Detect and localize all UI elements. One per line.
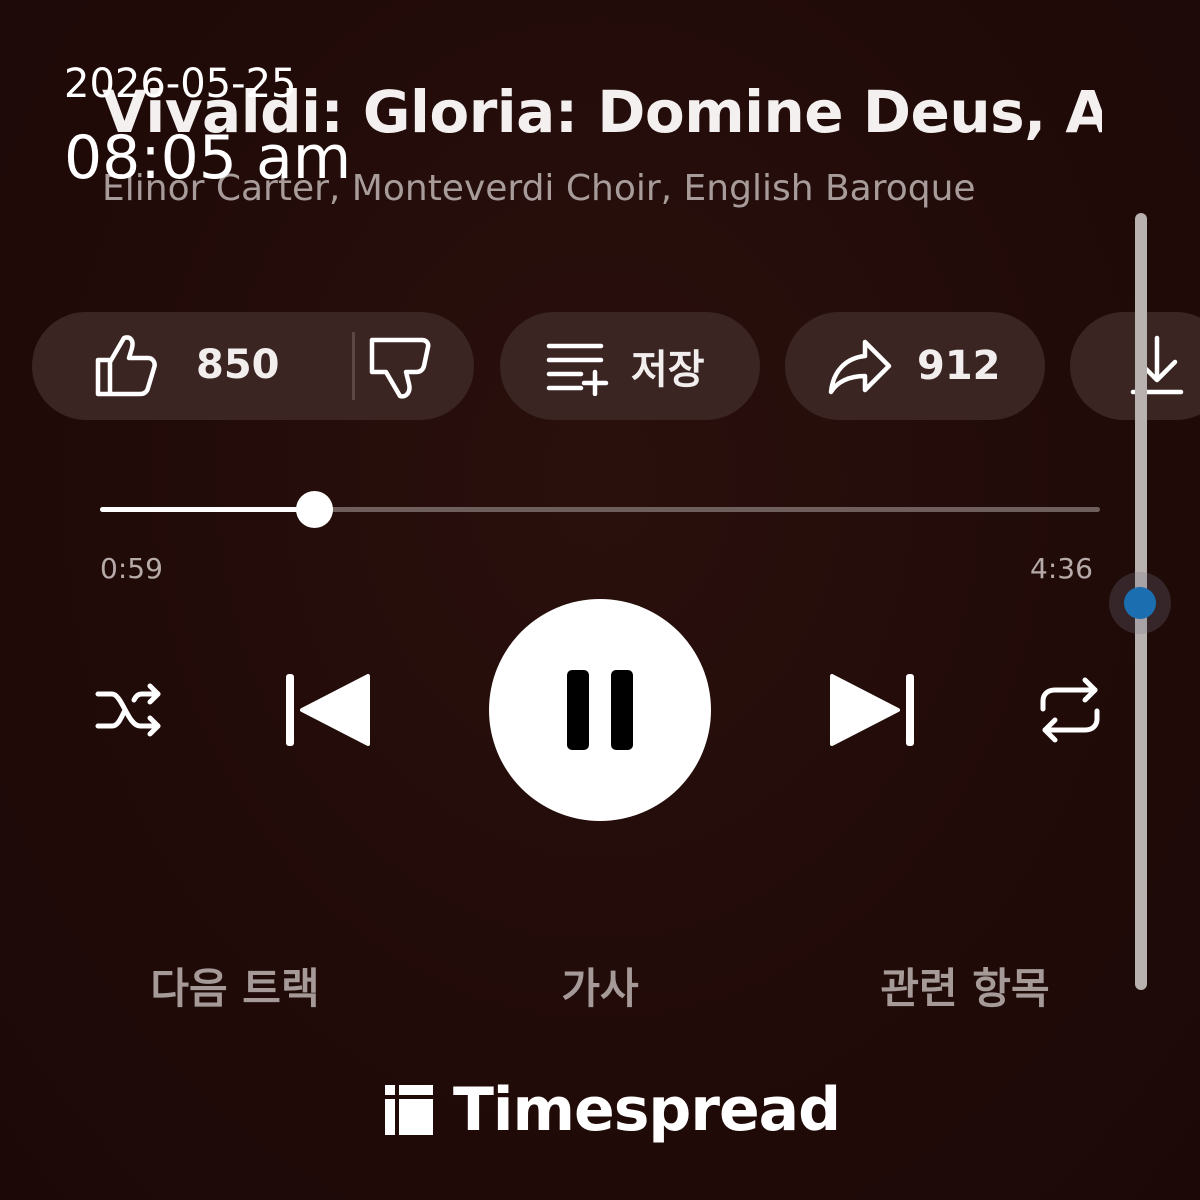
shuffle-icon	[95, 683, 161, 737]
timestamp-time: 08:05 am	[64, 123, 352, 193]
thumbs-down-icon	[369, 337, 431, 399]
tab-related[interactable]: 관련 항목	[860, 955, 1070, 1016]
brand-name: Timespread	[453, 1075, 841, 1145]
tab-up-next[interactable]: 다음 트랙	[130, 955, 340, 1016]
like-dislike-pill: 850	[32, 312, 474, 420]
timestamp-date: 2026-05-25	[64, 61, 297, 107]
dislike-button[interactable]	[364, 334, 434, 408]
like-button[interactable]: 850	[90, 330, 280, 400]
save-button[interactable]: 저장	[500, 312, 760, 420]
previous-button[interactable]	[282, 670, 374, 750]
repeat-icon	[1040, 677, 1100, 743]
skip-previous-icon	[286, 674, 370, 746]
like-count: 850	[196, 342, 280, 388]
timespread-logo-icon	[385, 1085, 433, 1135]
brand-logo: Timespread	[385, 1075, 841, 1145]
player-screen: Vivaldi: Gloria: Domine Deus, Agnus Dei …	[0, 0, 1200, 1200]
skip-next-icon	[830, 674, 914, 746]
playlist-add-icon	[546, 343, 609, 396]
save-label: 저장	[631, 347, 705, 393]
progress-bar[interactable]	[100, 491, 1100, 528]
elapsed-time: 0:59	[100, 552, 163, 585]
pill-divider	[352, 332, 355, 400]
next-button[interactable]	[826, 670, 918, 750]
progress-fill	[100, 507, 314, 512]
shuffle-button[interactable]	[92, 672, 168, 748]
share-count: 912	[917, 343, 1001, 389]
progress-thumb[interactable]	[296, 491, 333, 528]
tab-lyrics[interactable]: 가사	[530, 955, 670, 1016]
thumbs-up-icon	[95, 335, 157, 397]
repeat-button[interactable]	[1032, 672, 1108, 748]
share-arrow-icon	[828, 339, 892, 395]
share-button[interactable]: 912	[785, 312, 1045, 420]
play-pause-button[interactable]	[489, 599, 711, 821]
scroll-thumb[interactable]	[1124, 587, 1156, 619]
total-duration: 4:36	[1030, 552, 1093, 585]
pause-icon	[567, 670, 633, 750]
